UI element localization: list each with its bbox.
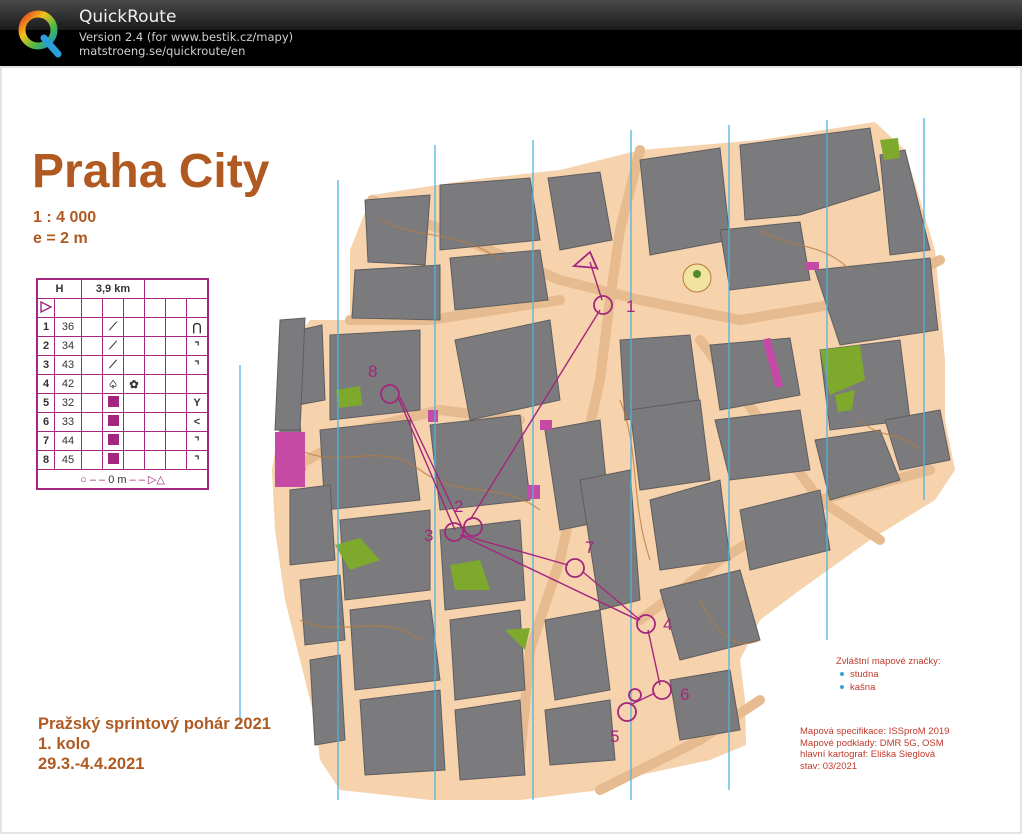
app-url: matstroeng.se/quickroute/en [79,44,246,58]
control-number: 5 [610,727,619,746]
control-number: 3 [424,526,433,545]
legend-well: studna [850,669,879,680]
control-description-sheet: H 3,9 km 1 36 ⟋ ⋂ 2 34 ⟋ ⌝ 3 43 ⟋ ⌝ 4 42 ♤ ✿ 5 32 Y 63… [36,278,209,490]
building-icon [102,431,124,451]
cd-row: 7 44 ⌝ [36,431,209,451]
cd-number: 6 [36,412,55,432]
cd-start-row [36,298,209,318]
cd-row: 8 45 ⌝ [36,450,209,470]
quickroute-logo-icon [18,10,62,58]
passage-icon: ⋂ [186,317,209,337]
junction-icon: Y [186,393,209,413]
event-name: Pražský sprintový pohár 2021 [38,715,271,733]
cd-number: 8 [36,450,55,470]
map-credits: Mapová specifikace: ISSproM 2019 Mapové … [800,726,949,772]
bush-icon: ✿ [123,374,145,394]
well-icon [840,672,844,676]
control-number: 2 [454,497,463,516]
cd-code: 43 [54,355,82,375]
building-icon [102,450,124,470]
cd-finish: ○ – – 0 m – – ▷△ [36,469,209,490]
cd-code: 44 [54,431,82,451]
control-number: 4 [663,615,672,634]
credit-line: Mapové podklady: DMR 5G, OSM [800,737,944,749]
tree-icon: ♤ [102,374,124,394]
app-title-bar: QuickRoute Version 2.4 (for www.bestik.c… [0,0,1022,66]
event-dates: 29.3.-4.4.2021 [38,755,145,773]
credit-line: stav: 03/2021 [800,760,858,772]
special-symbols-title: Zvláštní mapové značky: [836,656,941,667]
building-icon [102,393,124,413]
cd-row: 3 43 ⟋ ⌝ [36,355,209,375]
legend-fountain: kašna [850,682,876,693]
cd-number: 5 [36,393,55,413]
cd-class: H [36,278,82,299]
start-symbol-icon [36,298,55,318]
cd-row: 4 42 ♤ ✿ [36,374,209,394]
app-title: QuickRoute [79,7,177,27]
cd-number: 3 [36,355,55,375]
corner-icon: ⌝ [186,450,209,470]
map-scale: 1 : 4 000 e = 2 m [33,207,96,249]
event-round: 1. kolo [38,735,91,753]
equidistance-text: e = 2 m [33,230,88,247]
cd-number: 4 [36,374,55,394]
cd-row: 5 32 Y [36,393,209,413]
cd-code: 33 [54,412,82,432]
control-number: 8 [368,362,377,381]
cd-code: 36 [54,317,82,337]
cd-code: 32 [54,393,82,413]
fountain-icon [840,685,844,689]
cd-row: 6 33 < [36,412,209,432]
stairs-icon: ⟋ [102,336,124,356]
corner-icon: ⌝ [186,336,209,356]
cd-finish-row: ○ – – 0 m – – ▷△ [36,469,209,490]
stairs-icon: ⟋ [102,317,124,337]
building-icon [102,412,124,432]
cd-number: 2 [36,336,55,356]
scale-text: 1 : 4 000 [33,209,97,226]
control-number: 6 [680,685,689,704]
side-icon: < [186,412,209,432]
cd-code: 45 [54,450,82,470]
credit-line: hlavní kartograf: Eliška Sieglová [800,749,936,760]
cd-code: 42 [54,374,82,394]
cd-row: 1 36 ⟋ ⋂ [36,317,209,337]
cd-row: 2 34 ⟋ ⌝ [36,336,209,356]
cd-code: 34 [54,336,82,356]
special-symbols-legend: Zvláštní mapové značky: studna kašna [836,655,941,694]
event-info: Pražský sprintový pohár 2021 1. kolo 29.… [38,714,271,774]
app-version: Version 2.4 (for www.bestik.cz/mapy) [79,30,294,44]
map-title: Praha City [32,145,270,198]
cd-number: 1 [36,317,55,337]
control-number: 1 [626,297,635,316]
credit-line: Mapová specifikace: ISSproM 2019 [800,726,950,737]
cd-length: 3,9 km [81,278,145,299]
control-number: 7 [585,538,594,557]
stairs-icon: ⟋ [102,355,124,375]
corner-icon: ⌝ [186,431,209,451]
cd-number: 7 [36,431,55,451]
corner-icon: ⌝ [186,355,209,375]
cd-header-row: H 3,9 km [36,278,209,299]
